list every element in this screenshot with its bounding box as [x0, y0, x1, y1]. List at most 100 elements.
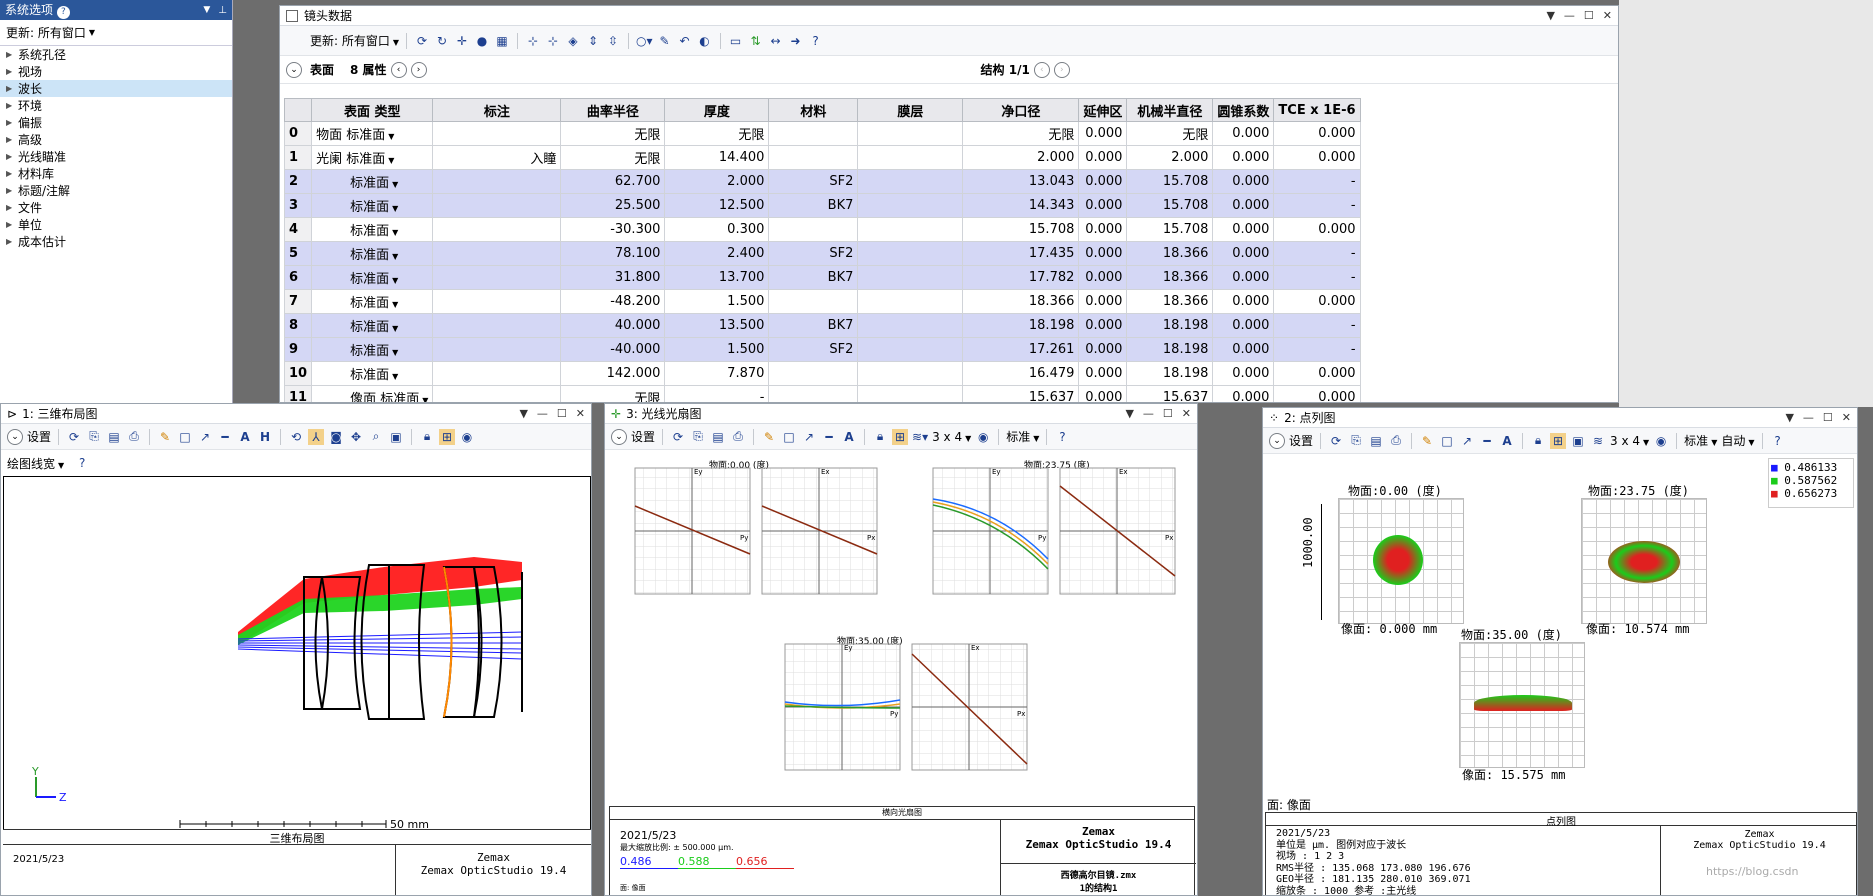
column-header[interactable]: 材料 [768, 98, 859, 122]
table-cell[interactable]: 15.708 [1126, 193, 1214, 218]
table-cell[interactable]: 无限 [1126, 121, 1214, 146]
table-cell[interactable] [432, 121, 562, 146]
table-cell[interactable]: 12.500 [664, 193, 770, 218]
help-icon[interactable]: ? [808, 33, 824, 49]
fit-icon[interactable]: ⊞ [1550, 432, 1567, 449]
table-cell[interactable]: 0.000 [1273, 145, 1361, 170]
prev-icon[interactable]: ‹ [390, 61, 407, 78]
table-cell[interactable]: 1.500 [664, 289, 770, 314]
table-cell[interactable]: -30.300 [560, 217, 666, 242]
close-icon[interactable]: ✕ [1603, 9, 1612, 22]
table-cell[interactable]: 0.000 [1212, 265, 1275, 290]
pan-icon[interactable]: ✥ [348, 429, 364, 445]
table-cell[interactable]: 142.000 [560, 361, 666, 386]
expand-arrow-icon[interactable]: ▶ [6, 118, 18, 127]
table-cell[interactable] [768, 121, 859, 146]
dropdown-icon[interactable]: ▼ [388, 156, 394, 165]
table-cell[interactable]: 40.000 [560, 313, 666, 338]
save-icon[interactable]: ▤ [1368, 433, 1384, 449]
surface-type-cell[interactable]: 标准面 ▼ [311, 193, 434, 218]
crosshair-icon[interactable]: ✛ [454, 33, 470, 49]
save-icon[interactable]: ▤ [710, 429, 726, 445]
arrows-icon[interactable]: ↔ [768, 33, 784, 49]
column-header[interactable]: 标注 [432, 98, 562, 122]
table-cell[interactable] [857, 145, 964, 170]
table-cell[interactable]: 0.000 [1212, 337, 1275, 362]
surface-type-cell[interactable]: 标准面 ▼ [311, 217, 434, 242]
save-icon[interactable]: ▤ [106, 429, 122, 445]
table-cell[interactable] [768, 289, 859, 314]
surface-type-cell[interactable]: 光阑 标准面 ▼ [311, 145, 434, 170]
auto-selector[interactable]: 自动 ▼ [1721, 432, 1754, 449]
table-cell[interactable]: 0.000 [1078, 217, 1128, 242]
dropdown-icon[interactable]: ▼ [392, 228, 398, 237]
minimize-icon[interactable]: — [1143, 407, 1154, 420]
layers-icon[interactable]: ≋▾ [912, 429, 928, 445]
camera-icon[interactable]: ◙ [328, 429, 344, 445]
rectangle-icon[interactable]: □ [177, 429, 193, 445]
table-cell[interactable]: 0.000 [1212, 145, 1275, 170]
table-cell[interactable] [432, 265, 562, 290]
table-row[interactable]: 10 标准面 ▼ 142.000 7.870 16.479 0.000 18.198 0.000… [283, 361, 1361, 386]
table-row[interactable]: 4 标准面 ▼ -30.300 0.300 15.708 0.000 15.708 0.000 0… [283, 217, 1361, 242]
help-icon[interactable]: ? [1054, 429, 1070, 445]
table-row[interactable]: 6 标准面 ▼ 31.800 13.700 BK7 17.782 0.000 18.366 0.0… [283, 265, 1361, 290]
table-row[interactable]: 7 标准面 ▼ -48.200 1.500 18.366 0.000 18.366 0.000 0… [283, 289, 1361, 314]
table-cell[interactable]: 0.000 [1078, 337, 1128, 362]
table-cell[interactable]: 17.435 [962, 241, 1080, 266]
table-cell[interactable]: 无限 [560, 145, 666, 170]
table-row[interactable]: 3 标准面 ▼ 25.500 12.500 BK7 14.343 0.000 15.708 0.0… [283, 193, 1361, 218]
table-cell[interactable]: 2.000 [664, 169, 770, 194]
table-cell[interactable] [857, 313, 964, 338]
zoom-icon[interactable]: ⌕ [368, 429, 384, 445]
minimize-icon[interactable]: — [537, 407, 548, 420]
refresh-icon[interactable]: ⟳ [1328, 433, 1344, 449]
expand-arrow-icon[interactable]: ▶ [6, 186, 18, 195]
table-cell[interactable] [432, 241, 562, 266]
table-cell[interactable]: BK7 [768, 265, 859, 290]
table-cell[interactable] [857, 193, 964, 218]
table-row[interactable]: 1 光阑 标准面 ▼ 入瞳 无限 14.400 2.000 0.000 2.000 0.000 0.… [283, 145, 1361, 170]
table-row[interactable]: 9 标准面 ▼ -40.000 1.500 SF2 17.261 0.000 18.198 0.0… [283, 337, 1361, 362]
nav-item-field[interactable]: ▶ 视场 [0, 63, 232, 80]
surface-type-cell[interactable]: 物面 标准面 ▼ [311, 121, 434, 146]
fit-icon[interactable]: ⊞ [892, 428, 909, 445]
globe-icon[interactable]: ● [474, 33, 490, 49]
next-icon[interactable]: › [410, 61, 427, 78]
minimize-icon[interactable]: — [1564, 9, 1575, 22]
collapse-icon[interactable]: ⌄ [286, 61, 302, 78]
refresh-icon[interactable]: ⟳ [66, 429, 82, 445]
nav-item-aperture[interactable]: ▶ 系统孔径 [0, 46, 232, 63]
nav-item-advanced[interactable]: ▶ 高级 [0, 131, 232, 148]
table-cell[interactable]: 18.366 [1126, 265, 1214, 290]
table-cell[interactable] [432, 337, 562, 362]
table-cell[interactable]: 18.198 [1126, 361, 1214, 386]
maximize-icon[interactable]: ☐ [557, 407, 567, 420]
dropdown-icon[interactable]: ▼ [392, 300, 398, 309]
text-icon[interactable]: A [237, 429, 253, 445]
dropdown-icon[interactable]: ▼ [392, 348, 398, 357]
table-row[interactable]: 2 标准面 ▼ 62.700 2.000 SF2 13.043 0.000 15.708 0.00… [283, 169, 1361, 194]
nav-item-units[interactable]: ▶ 单位 [0, 216, 232, 233]
table-cell[interactable]: - [1273, 193, 1361, 218]
copy-icon[interactable]: ⎘ [690, 429, 706, 445]
table-row[interactable]: 8 标准面 ▼ 40.000 13.500 BK7 18.198 0.000 18.198 0.0… [283, 313, 1361, 338]
table-cell[interactable]: 0.000 [1273, 385, 1361, 402]
table-cell[interactable]: 0.000 [1078, 361, 1128, 386]
ray-fan-plot[interactable]: 物面:0.00 (度) 物面:23.75 (度) 物面:35.00 (度) Ey… [609, 454, 1195, 844]
surface-type-cell[interactable]: 标准面 ▼ [311, 265, 434, 290]
pencil-icon[interactable]: ✎ [761, 429, 777, 445]
page-icon[interactable]: ▭ [728, 33, 744, 49]
column-header[interactable] [283, 98, 313, 122]
table-cell[interactable]: - [1273, 241, 1361, 266]
table-cell[interactable]: 无限 [560, 121, 666, 146]
surface-type-cell[interactable]: 标准面 ▼ [311, 241, 434, 266]
collapse-icon[interactable]: ⌄ [7, 428, 23, 445]
table-cell[interactable]: 0.000 [1212, 169, 1275, 194]
fit-icon[interactable]: ⊞ [439, 428, 456, 445]
update-selector[interactable]: 更新: 所有窗口 ▼ [0, 20, 232, 46]
maximize-icon[interactable]: ☐ [1584, 9, 1594, 22]
table-cell[interactable]: 0.000 [1273, 289, 1361, 314]
table-cell[interactable]: BK7 [768, 313, 859, 338]
arrow-icon[interactable]: ↗ [801, 429, 817, 445]
